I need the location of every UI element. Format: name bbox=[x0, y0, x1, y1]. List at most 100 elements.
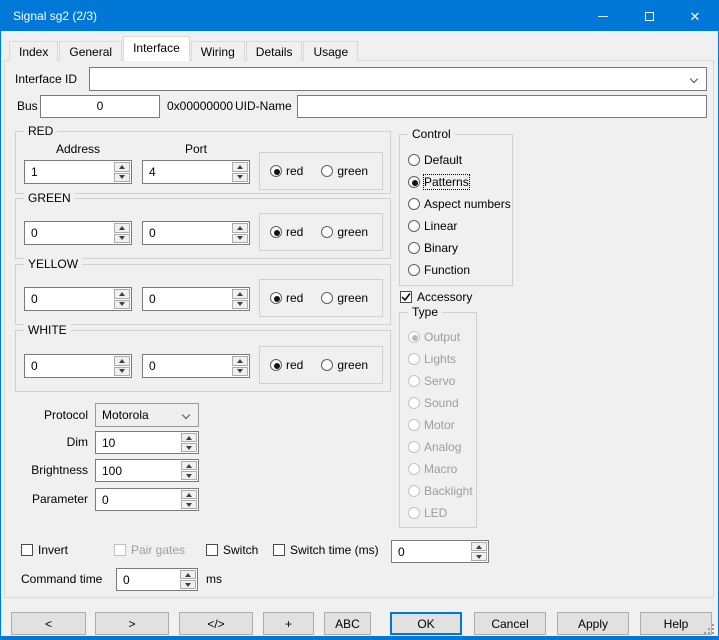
green-gate-red-radio[interactable]: red bbox=[270, 225, 303, 239]
spin-up-button[interactable] bbox=[471, 542, 487, 551]
minimize-button[interactable] bbox=[580, 1, 626, 31]
red-address-value[interactable]: 1 bbox=[25, 165, 113, 179]
spin-up-button[interactable] bbox=[232, 356, 248, 366]
spin-up-button[interactable] bbox=[114, 356, 130, 366]
spin-down-button[interactable] bbox=[232, 234, 248, 244]
next-button[interactable]: > bbox=[95, 612, 169, 635]
white-gate-red-radio[interactable]: red bbox=[270, 358, 303, 372]
spin-down-button[interactable] bbox=[232, 300, 248, 310]
red-address-spinner[interactable]: 1 bbox=[24, 160, 132, 184]
code-button[interactable]: </> bbox=[179, 612, 253, 635]
control-aspect-numbers-radio[interactable]: Aspect numbers bbox=[408, 193, 510, 215]
protocol-dropdown[interactable]: Motorola bbox=[95, 403, 199, 427]
tab-usage[interactable]: Usage bbox=[303, 41, 358, 61]
tab-interface[interactable]: Interface bbox=[123, 36, 190, 61]
close-button[interactable]: ✕ bbox=[672, 1, 718, 31]
spin-up-button[interactable] bbox=[232, 162, 248, 172]
spin-down-button[interactable] bbox=[114, 300, 130, 310]
spin-up-button[interactable] bbox=[114, 289, 130, 299]
white-address-value[interactable]: 0 bbox=[25, 359, 113, 373]
control-linear-radio[interactable]: Linear bbox=[408, 215, 510, 237]
add-button[interactable]: + bbox=[263, 612, 314, 635]
control-binary-radio[interactable]: Binary bbox=[408, 237, 510, 259]
dim-value[interactable]: 10 bbox=[96, 436, 180, 450]
spin-down-button[interactable] bbox=[471, 552, 487, 561]
resize-grip[interactable] bbox=[702, 622, 714, 634]
yellow-gate-green-radio[interactable]: green bbox=[321, 291, 368, 305]
tab-details[interactable]: Details bbox=[246, 41, 303, 61]
spin-down-button[interactable] bbox=[180, 580, 196, 589]
spin-down-button[interactable] bbox=[114, 234, 130, 244]
spin-down-button[interactable] bbox=[181, 500, 197, 509]
ok-button[interactable]: OK bbox=[390, 612, 462, 635]
spin-up-button[interactable] bbox=[181, 433, 197, 442]
spin-down-icon bbox=[237, 369, 243, 373]
red-gate-green-radio[interactable]: green bbox=[321, 164, 368, 178]
red-port-value[interactable]: 4 bbox=[143, 165, 231, 179]
spin-up-button[interactable] bbox=[180, 570, 196, 579]
cancel-button[interactable]: Cancel bbox=[474, 612, 546, 635]
spin-down-button[interactable] bbox=[114, 367, 130, 377]
green-address-spinner[interactable]: 0 bbox=[24, 221, 132, 245]
switch-time-checkbox[interactable]: Switch time (ms) bbox=[273, 543, 379, 557]
invert-checkbox[interactable]: Invert bbox=[21, 543, 68, 557]
green-port-value[interactable]: 0 bbox=[143, 226, 231, 240]
parameter-spinner[interactable]: 0 bbox=[95, 488, 199, 511]
interface-tab-page: Interface ID Bus 0 0x00000000 UID-Name R… bbox=[4, 60, 714, 598]
brightness-spinner[interactable]: 100 bbox=[95, 459, 199, 482]
spin-up-button[interactable] bbox=[114, 162, 130, 172]
white-address-spinner[interactable]: 0 bbox=[24, 354, 132, 378]
switch-time-value[interactable]: 0 bbox=[392, 545, 470, 559]
control-binary-label: Binary bbox=[424, 241, 458, 255]
interface-id-combobox[interactable] bbox=[89, 67, 707, 91]
tab-general[interactable]: General bbox=[59, 41, 122, 61]
accessory-checkbox[interactable]: Accessory bbox=[400, 290, 472, 304]
yellow-port-value[interactable]: 0 bbox=[143, 292, 231, 306]
spin-down-button[interactable] bbox=[232, 367, 248, 377]
control-function-radio[interactable]: Function bbox=[408, 259, 510, 281]
spin-down-button[interactable] bbox=[181, 443, 197, 452]
white-port-value[interactable]: 0 bbox=[143, 359, 231, 373]
yellow-address-value[interactable]: 0 bbox=[25, 292, 113, 306]
green-gate-green-radio[interactable]: green bbox=[321, 225, 368, 239]
parameter-value[interactable]: 0 bbox=[96, 493, 180, 507]
spin-down-button[interactable] bbox=[181, 471, 197, 480]
brightness-label: Brightness bbox=[13, 463, 88, 477]
control-default-radio[interactable]: Default bbox=[408, 149, 510, 171]
spin-up-button[interactable] bbox=[232, 223, 248, 233]
yellow-address-spinner[interactable]: 0 bbox=[24, 287, 132, 311]
tab-wiring[interactable]: Wiring bbox=[191, 41, 245, 61]
type-lights-label: Lights bbox=[424, 352, 456, 366]
spin-up-button[interactable] bbox=[114, 223, 130, 233]
spin-up-button[interactable] bbox=[181, 490, 197, 499]
address-header: Address bbox=[24, 142, 132, 156]
white-gate-green-radio[interactable]: green bbox=[321, 358, 368, 372]
yellow-gate-red-radio[interactable]: red bbox=[270, 291, 303, 305]
abc-button[interactable]: ABC bbox=[324, 612, 371, 635]
switch-time-spinner[interactable]: 0 bbox=[391, 540, 489, 563]
spinner-buttons bbox=[180, 489, 198, 510]
prev-button[interactable]: < bbox=[11, 612, 86, 635]
spin-up-button[interactable] bbox=[181, 461, 197, 470]
apply-button[interactable]: Apply bbox=[557, 612, 629, 635]
spin-up-button[interactable] bbox=[232, 289, 248, 299]
dim-spinner[interactable]: 10 bbox=[95, 431, 199, 454]
switch-checkbox[interactable]: Switch bbox=[206, 543, 258, 557]
brightness-value[interactable]: 100 bbox=[96, 464, 180, 478]
spin-down-button[interactable] bbox=[232, 173, 248, 183]
bus-input[interactable]: 0 bbox=[40, 95, 160, 118]
green-address-value[interactable]: 0 bbox=[25, 226, 113, 240]
tab-index[interactable]: Index bbox=[9, 41, 58, 61]
yellow-port-spinner[interactable]: 0 bbox=[142, 287, 250, 311]
red-gate-red-radio[interactable]: red bbox=[270, 164, 303, 178]
maximize-button[interactable] bbox=[626, 1, 672, 31]
white-gate-green-label: green bbox=[337, 358, 368, 372]
spin-down-button[interactable] bbox=[114, 173, 130, 183]
uid-name-input[interactable] bbox=[297, 95, 707, 118]
white-port-spinner[interactable]: 0 bbox=[142, 354, 250, 378]
control-patterns-radio[interactable]: Patterns bbox=[408, 171, 510, 193]
green-port-spinner[interactable]: 0 bbox=[142, 221, 250, 245]
command-time-value[interactable]: 0 bbox=[117, 573, 179, 587]
command-time-spinner[interactable]: 0 bbox=[116, 568, 198, 591]
red-port-spinner[interactable]: 4 bbox=[142, 160, 250, 184]
